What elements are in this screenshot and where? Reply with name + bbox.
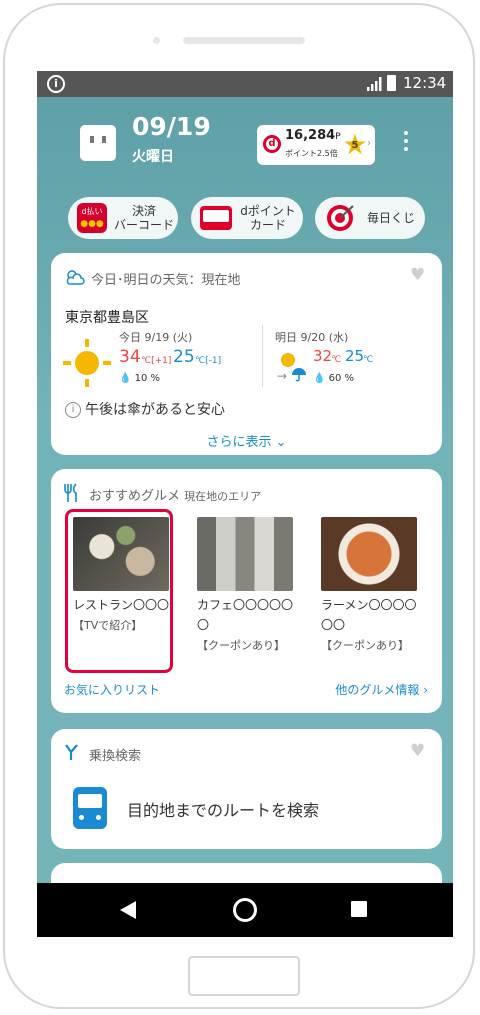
points-multiplier: ポイント2.5倍 — [285, 149, 338, 158]
favorite-list-link[interactable]: お気に入りリスト — [64, 681, 160, 698]
chevron-right-icon: › — [423, 683, 428, 697]
tomorrow-low-unit: ℃ — [363, 355, 374, 365]
navigation-bar — [37, 883, 453, 937]
today-high: 34 — [119, 347, 141, 367]
today-label: 今日 9/19 (火) — [119, 331, 193, 344]
back-icon[interactable] — [120, 901, 136, 919]
status-bar: i 12:34 — [37, 71, 453, 97]
ramen-photo — [321, 517, 417, 591]
chevron-right-icon: › — [367, 138, 371, 149]
more-menu-icon[interactable] — [403, 131, 409, 155]
umbrella-icon — [292, 368, 306, 382]
tomorrow-high: 32 — [313, 347, 333, 365]
info-icon: i — [47, 75, 65, 93]
transit-title: 乗換検索 — [89, 749, 142, 764]
more-gourmet-link[interactable]: 他のグルメ情報 › — [335, 681, 428, 698]
route-split-icon — [65, 744, 78, 760]
tomorrow-rain: 💧 60 % — [313, 373, 355, 384]
tomorrow-label: 明日 9/20 (水) — [275, 331, 349, 344]
recent-apps-icon[interactable] — [351, 901, 367, 917]
gourmet-item-cafe[interactable]: カフェ〇〇〇〇〇〇 【クーポンあり】 — [197, 517, 293, 653]
favorite-add-icon[interactable]: ♥ — [410, 267, 428, 284]
d-point-logo-icon: d — [263, 135, 281, 153]
sun-ray — [103, 361, 111, 365]
cafe-photo — [197, 517, 293, 591]
speaker — [183, 37, 305, 44]
rank-star-icon: ★ 5 — [342, 128, 368, 161]
points-value: 16,284P — [285, 128, 341, 143]
sun-ray — [85, 339, 89, 347]
today-low-diff: ℃[-1] — [195, 356, 222, 366]
weekday: 火曜日 — [132, 149, 174, 165]
tomorrow-high-unit: ℃ — [331, 355, 342, 365]
date: 09/19 — [132, 112, 211, 141]
phone-frame: i 12:34 09/19 火曜日 d 16,284P ポイント2.5倍 ★ 5 … — [3, 3, 475, 1009]
rank-value: 5 — [351, 140, 359, 151]
signal-icon — [367, 77, 382, 91]
target-icon — [327, 205, 354, 231]
payment-barcode-button[interactable]: d払い ●●● 決済 バーコード — [68, 197, 178, 239]
dpoint-card-icon — [200, 206, 232, 230]
gourmet-item-ramen[interactable]: ラーメン〇〇〇〇〇〇 【クーポンあり】 — [321, 517, 417, 653]
sunny-icon-tomorrow — [281, 353, 295, 367]
battery-icon — [387, 75, 396, 91]
weather-cloud-sun-icon — [66, 270, 85, 285]
sun-ray — [85, 379, 89, 387]
home-icon[interactable] — [233, 898, 257, 922]
today-high-diff: ℃[+1] — [141, 356, 172, 366]
points-widget[interactable]: d 16,284P ポイント2.5倍 ★ 5 › — [257, 125, 375, 165]
weather-show-more[interactable]: さらに表示 ⌄ — [51, 431, 442, 450]
raindrop-icon: 💧 — [313, 373, 326, 384]
sunny-icon-today — [75, 351, 99, 375]
fork-knife-icon — [64, 483, 77, 502]
header: 09/19 火曜日 d 16,284P ポイント2.5倍 ★ 5 › — [37, 97, 453, 187]
today-rain: 💧 10 % — [119, 373, 161, 384]
widget-icon[interactable] — [80, 125, 116, 161]
status-time: 12:34 — [403, 74, 447, 92]
daily-lottery-button[interactable]: 毎日くじ — [315, 197, 425, 239]
dpoint-card-label: dポイント カード — [240, 204, 296, 232]
today-low: 25 — [173, 347, 195, 367]
daily-lottery-label: 毎日くじ — [366, 211, 415, 225]
weather-card[interactable]: 今日･明日の天気：現在地 ♥ 東京都豊島区 今日 9/19 (火) 34 ℃[+… — [51, 253, 442, 455]
sun-ray — [63, 361, 71, 365]
info-icon: i — [65, 402, 81, 418]
gourmet-tag: 【クーポンあり】 — [197, 639, 285, 652]
payment-barcode-label: 決済 バーコード — [113, 204, 174, 232]
d-barai-icon: d払い ●●● — [77, 203, 107, 233]
raindrop-icon: 💧 — [119, 373, 132, 384]
dpoint-card-button[interactable]: dポイント カード — [191, 197, 303, 239]
chevron-down-icon: ⌄ — [275, 435, 287, 450]
weather-divider — [262, 325, 263, 387]
favorite-add-icon[interactable]: ♥ — [410, 743, 428, 760]
weather-title: 今日･明日の天気：現在地 — [91, 273, 241, 288]
route-search-action[interactable]: 目的地までのルートを検索 — [127, 797, 319, 821]
weather-location: 東京都豊島区 — [65, 310, 149, 326]
gourmet-name: ラーメン〇〇〇〇〇〇 — [321, 598, 417, 632]
arrow-right-icon: → — [277, 369, 288, 383]
gourmet-name: カフェ〇〇〇〇〇〇 — [197, 598, 294, 632]
screen: i 12:34 09/19 火曜日 d 16,284P ポイント2.5倍 ★ 5 … — [37, 71, 453, 937]
front-camera — [153, 37, 160, 44]
selection-highlight — [65, 509, 173, 673]
tomorrow-low: 25 — [345, 347, 365, 365]
gourmet-title: おすすめグルメ 現在地のエリア — [89, 489, 262, 504]
gourmet-tag: 【クーポンあり】 — [321, 639, 409, 652]
gourmet-card: おすすめグルメ 現在地のエリア レストラン〇〇〇 【TVで紹介】 カフェ〇〇〇〇… — [51, 469, 442, 713]
bus-icon — [73, 787, 107, 829]
transit-card[interactable]: 乗換検索 ♥ 目的地までのルートを検索 — [51, 729, 442, 849]
weather-advice: i 午後は傘があると安心 — [65, 399, 225, 419]
hardware-home-button[interactable] — [188, 956, 300, 996]
